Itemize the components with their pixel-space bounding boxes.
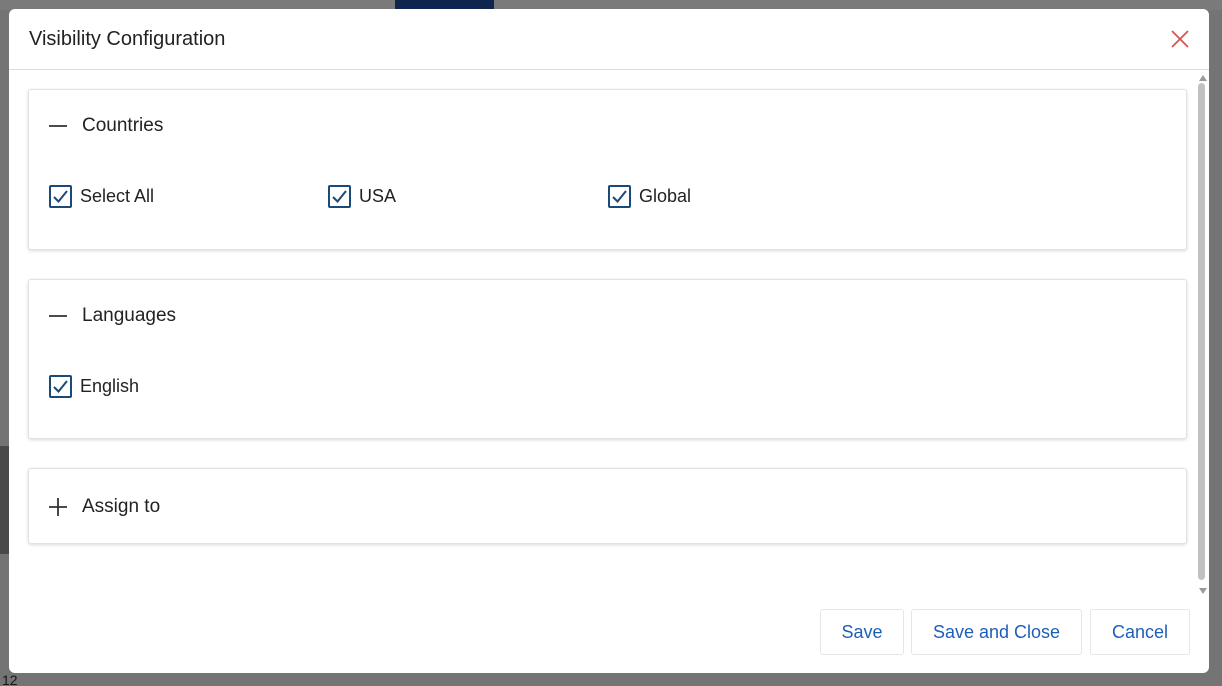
checkbox-usa[interactable]: USA xyxy=(328,184,608,208)
save-and-close-button[interactable]: Save and Close xyxy=(911,609,1082,655)
countries-panel-header[interactable]: Countries xyxy=(49,115,163,137)
checkbox-english[interactable]: English xyxy=(49,375,139,398)
countries-panel: Countries Select All USA Global xyxy=(28,89,1187,250)
scrollbar-thumb[interactable] xyxy=(1198,83,1205,580)
checkbox-label: USA xyxy=(359,185,397,206)
checkbox-checked-icon[interactable] xyxy=(608,184,631,208)
checkbox-label: Select All xyxy=(80,186,155,206)
save-button[interactable]: Save xyxy=(820,609,904,655)
languages-title: Languages xyxy=(82,305,177,326)
languages-panel: Languages English xyxy=(28,279,1187,439)
scroll-up-arrow-icon[interactable] xyxy=(1199,75,1207,81)
cancel-button[interactable]: Cancel xyxy=(1090,609,1190,655)
dialog-title: Visibility Configuration xyxy=(29,28,226,50)
visibility-configuration-dialog: Visibility Configuration Countries Selec… xyxy=(9,9,1209,673)
assign-to-panel-header[interactable]: Assign to xyxy=(49,496,160,518)
checkbox-checked-icon[interactable] xyxy=(49,375,72,398)
dialog-scrollbar[interactable] xyxy=(1195,70,1209,600)
dialog-body: Countries Select All USA Global Language… xyxy=(9,70,1209,600)
scroll-down-arrow-icon[interactable] xyxy=(1199,588,1207,594)
checkbox-global[interactable]: Global xyxy=(608,184,691,208)
countries-title: Countries xyxy=(82,115,164,136)
minus-icon[interactable] xyxy=(49,307,67,325)
checkbox-label: Global xyxy=(639,185,692,206)
minus-icon[interactable] xyxy=(49,117,67,135)
countries-options: Select All USA Global xyxy=(49,184,691,208)
languages-panel-header[interactable]: Languages xyxy=(49,305,176,327)
checkbox-checked-icon[interactable] xyxy=(328,184,351,208)
checkbox-checked-icon[interactable] xyxy=(49,185,72,208)
checkbox-label: English xyxy=(80,376,140,396)
assign-to-title: Assign to xyxy=(82,496,161,517)
assign-to-panel: Assign to xyxy=(28,468,1187,544)
languages-options: English xyxy=(49,375,139,398)
dialog-header: Visibility Configuration xyxy=(9,9,1209,70)
close-icon[interactable] xyxy=(1167,26,1193,52)
checkbox-select-all[interactable]: Select All xyxy=(49,185,328,208)
plus-icon[interactable] xyxy=(49,498,67,516)
